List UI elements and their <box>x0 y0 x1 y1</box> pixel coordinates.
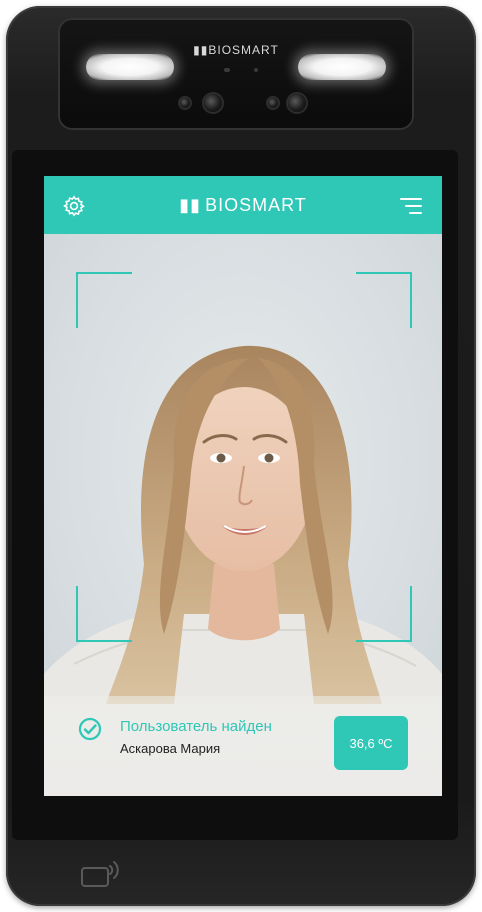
temperature-badge: 36,6 ºC <box>334 716 408 770</box>
app-logo: ▮▮ BIOSMART <box>179 195 307 215</box>
nfc-reader-icon <box>81 861 119 887</box>
light-sensor <box>254 68 258 72</box>
camera-lens-small-right <box>268 98 278 108</box>
camera-lens-left <box>204 94 222 112</box>
check-circle-icon <box>78 717 102 741</box>
recognition-status: Пользователь найден <box>120 718 272 735</box>
brand-bars-icon: ▮▮ <box>193 43 209 57</box>
app-header: ▮▮ BIOSMART <box>44 176 442 234</box>
face-frame-corner-top-right <box>356 272 412 328</box>
bottom-bezel <box>6 840 476 906</box>
indicator-led <box>224 68 230 72</box>
face-frame-corner-bottom-left <box>76 586 132 642</box>
menu-icon[interactable] <box>398 194 424 218</box>
camera-lens-small-left <box>180 98 190 108</box>
recognized-user-name: Аскарова Мария <box>120 741 221 756</box>
face-frame-corner-bottom-right <box>356 586 412 642</box>
sensor-bar: ▮▮BIOSMART <box>58 18 414 130</box>
ir-flash-left <box>86 54 174 80</box>
ir-flash-right <box>298 54 386 80</box>
device-screen: ▮▮ BIOSMART Пользователь найден Аскарова… <box>44 176 442 796</box>
camera-lens-right <box>288 94 306 112</box>
face-frame-corner-top-left <box>76 272 132 328</box>
temperature-value: 36,6 ºC <box>349 735 393 751</box>
logo-mark-icon: ▮▮ <box>179 195 202 215</box>
